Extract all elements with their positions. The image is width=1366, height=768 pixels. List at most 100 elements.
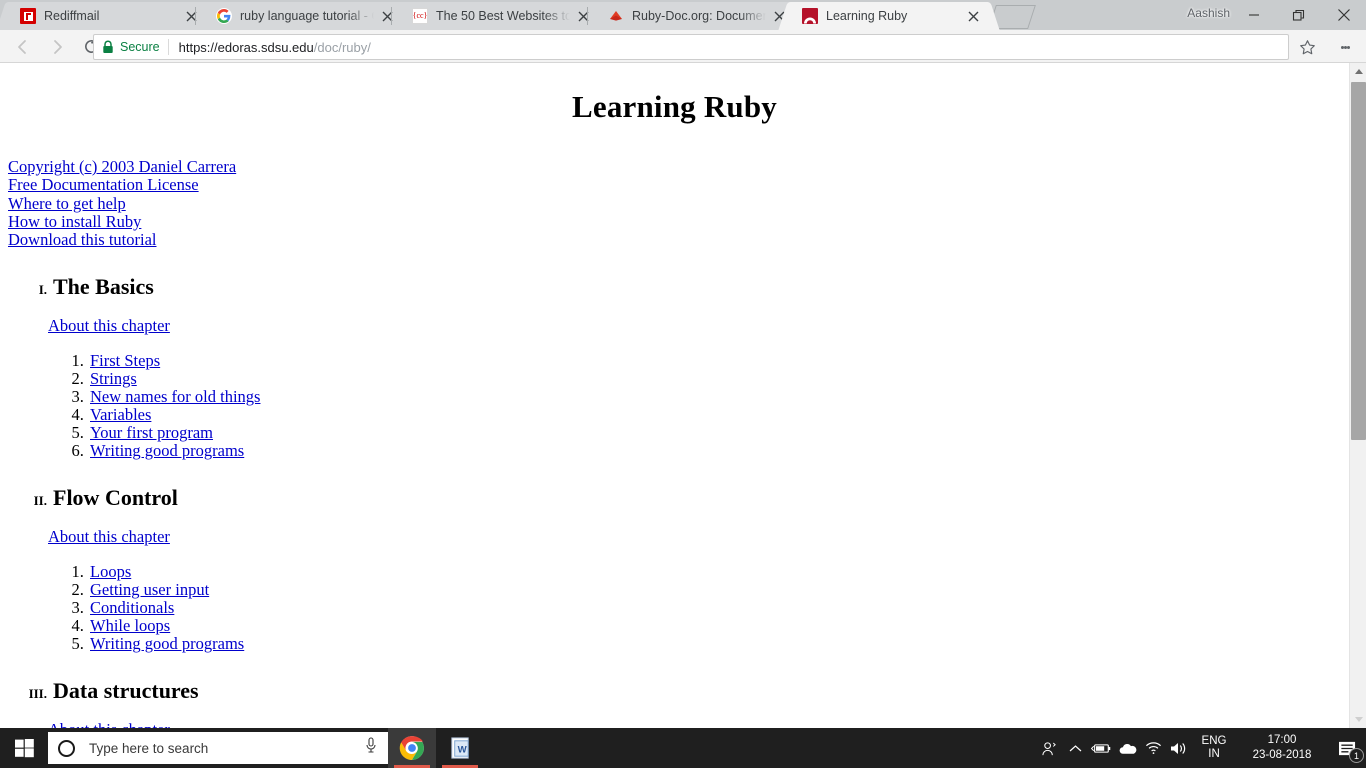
people-icon[interactable] xyxy=(1036,728,1062,768)
secure-label: Secure xyxy=(120,40,160,54)
chrome-browser-window: Rediffmail ruby language tutorial - G {c… xyxy=(0,0,1366,728)
url-path: /doc/ruby/ xyxy=(313,39,371,55)
chapter-title: Data structures xyxy=(53,678,199,704)
close-icon[interactable] xyxy=(964,7,982,25)
browser-tab-google-search[interactable]: ruby language tutorial - G xyxy=(195,2,402,30)
tab-title: Ruby-Doc.org: Document xyxy=(632,9,766,23)
show-hidden-icons-chevron[interactable] xyxy=(1062,728,1088,768)
url-text: https://edoras.sdsu.edu/doc/ruby/ xyxy=(179,40,371,55)
window-user-label[interactable]: Aashish xyxy=(1187,6,1230,20)
link-writing-good-programs[interactable]: Writing good programs xyxy=(90,634,244,653)
page-title: Learning Ruby xyxy=(571,89,777,124)
forward-arrow-icon[interactable] xyxy=(40,30,74,63)
link-writing-good-programs[interactable]: Writing good programs xyxy=(90,441,244,460)
link-getting-user-input[interactable]: Getting user input xyxy=(90,580,209,599)
notification-count-badge: 1 xyxy=(1349,748,1364,763)
learning-ruby-document: Learning Ruby Copyright (c) 2003 Daniel … xyxy=(0,63,1349,728)
battery-icon[interactable] xyxy=(1088,728,1114,768)
address-bar[interactable]: Secure https://edoras.sdsu.edu/doc/ruby/ xyxy=(93,34,1289,60)
close-icon[interactable] xyxy=(574,7,592,25)
chapter-flow-control: II. Flow Control About this chapter Loop… xyxy=(0,485,1349,653)
list-item: Your first program xyxy=(88,424,1349,442)
link-where-to-get-help[interactable]: Where to get help xyxy=(8,194,1349,213)
tab-title: ruby language tutorial - G xyxy=(240,9,374,23)
page-viewport: Learning Ruby Copyright (c) 2003 Daniel … xyxy=(0,63,1366,728)
language-line-2: IN xyxy=(1208,748,1220,760)
link-variables[interactable]: Variables xyxy=(90,405,151,424)
chapter-about-wrapper: About this chapter xyxy=(0,527,1349,547)
search-placeholder: Type here to search xyxy=(89,740,209,756)
rediffmail-favicon xyxy=(20,8,36,24)
link-while-loops[interactable]: While loops xyxy=(90,616,170,635)
tab-strip: Rediffmail ruby language tutorial - G {c… xyxy=(0,0,1366,30)
search-input[interactable]: Type here to search xyxy=(48,732,388,764)
language-indicator[interactable]: ENG IN xyxy=(1192,735,1236,761)
top-links-list: Copyright (c) 2003 Daniel Carrera Free D… xyxy=(0,157,1349,249)
clock-time: 17:00 xyxy=(1267,734,1297,746)
chapter-heading: III. Data structures xyxy=(0,678,1349,704)
action-center-icon[interactable]: 1 xyxy=(1328,728,1366,768)
link-first-steps[interactable]: First Steps xyxy=(90,351,160,370)
browser-toolbar: Secure https://edoras.sdsu.edu/doc/ruby/ xyxy=(0,30,1366,63)
tab-title: The 50 Best Websites to L xyxy=(436,9,570,23)
link-strings[interactable]: Strings xyxy=(90,369,137,388)
close-icon[interactable] xyxy=(378,7,396,25)
browser-tab-ruby-doc[interactable]: Ruby-Doc.org: Document xyxy=(587,2,794,30)
browser-tab-learning-ruby[interactable]: Learning Ruby xyxy=(790,2,988,30)
scroll-down-arrow-icon[interactable] xyxy=(1350,711,1366,728)
chapter-data-structures: III. Data structures About this chapter xyxy=(0,678,1349,728)
link-about-this-chapter[interactable]: About this chapter xyxy=(48,720,170,728)
volume-icon[interactable] xyxy=(1166,728,1192,768)
close-icon[interactable] xyxy=(1321,0,1366,30)
link-download-this-tutorial[interactable]: Download this tutorial xyxy=(8,230,1349,249)
maximize-icon[interactable] xyxy=(1276,0,1321,30)
learning-ruby-favicon xyxy=(802,8,818,24)
word-taskbar-icon[interactable]: W xyxy=(436,728,484,768)
creative-commons-favicon: {cc} xyxy=(412,8,428,24)
minimize-icon[interactable] xyxy=(1231,0,1276,30)
link-conditionals[interactable]: Conditionals xyxy=(90,598,174,617)
google-favicon xyxy=(216,8,232,24)
tab-title: Learning Ruby xyxy=(826,9,908,23)
system-tray: ENG IN 17:00 23-08-2018 1 xyxy=(1036,728,1366,768)
scroll-up-arrow-icon[interactable] xyxy=(1350,63,1366,80)
wifi-icon[interactable] xyxy=(1140,728,1166,768)
list-item: Variables xyxy=(88,406,1349,424)
link-free-documentation-license[interactable]: Free Documentation License xyxy=(8,175,1349,194)
omnibox-divider xyxy=(167,39,169,55)
browser-tab-50-best-websites[interactable]: {cc} The 50 Best Websites to L xyxy=(391,2,598,30)
back-arrow-icon[interactable] xyxy=(6,30,40,63)
link-copyright[interactable]: Copyright (c) 2003 Daniel Carrera xyxy=(8,157,1349,176)
list-item: New names for old things xyxy=(88,388,1349,406)
list-item: First Steps xyxy=(88,352,1349,370)
url-host: https://edoras.sdsu.edu xyxy=(178,39,314,55)
link-how-to-install-ruby[interactable]: How to install Ruby xyxy=(8,212,1349,231)
link-loops[interactable]: Loops xyxy=(90,562,131,581)
cortana-circle-icon xyxy=(58,739,75,757)
onedrive-cloud-icon[interactable] xyxy=(1114,728,1140,768)
menu-dot xyxy=(1346,45,1350,49)
link-your-first-program[interactable]: Your first program xyxy=(90,423,213,442)
chapter-heading: II. Flow Control xyxy=(0,485,1349,511)
link-about-this-chapter[interactable]: About this chapter xyxy=(48,527,170,546)
clock-date: 23-08-2018 xyxy=(1252,749,1312,761)
clock[interactable]: 17:00 23-08-2018 xyxy=(1236,733,1328,763)
list-item: Writing good programs xyxy=(88,442,1349,460)
windows-start-icon[interactable] xyxy=(0,728,48,768)
browser-tab-rediffmail[interactable]: Rediffmail xyxy=(8,2,206,30)
microphone-icon[interactable] xyxy=(364,737,378,759)
link-about-this-chapter[interactable]: About this chapter xyxy=(48,316,170,335)
list-item: Loops xyxy=(88,563,1349,581)
link-new-names-for-old-things[interactable]: New names for old things xyxy=(90,387,260,406)
page-scrollbar[interactable] xyxy=(1349,63,1366,728)
scrollbar-thumb[interactable] xyxy=(1351,82,1366,440)
list-item: Conditionals xyxy=(88,599,1349,617)
chrome-taskbar-icon[interactable] xyxy=(388,728,436,768)
bookmark-star-icon[interactable] xyxy=(1294,34,1320,60)
chapter-number: II. xyxy=(33,493,47,509)
close-icon[interactable] xyxy=(182,7,200,25)
three-dot-menu-icon[interactable] xyxy=(1332,34,1358,60)
svg-text:W: W xyxy=(457,744,467,755)
chapter-about-wrapper: About this chapter xyxy=(0,720,1349,728)
chapter-heading: I. The Basics xyxy=(0,274,1349,300)
